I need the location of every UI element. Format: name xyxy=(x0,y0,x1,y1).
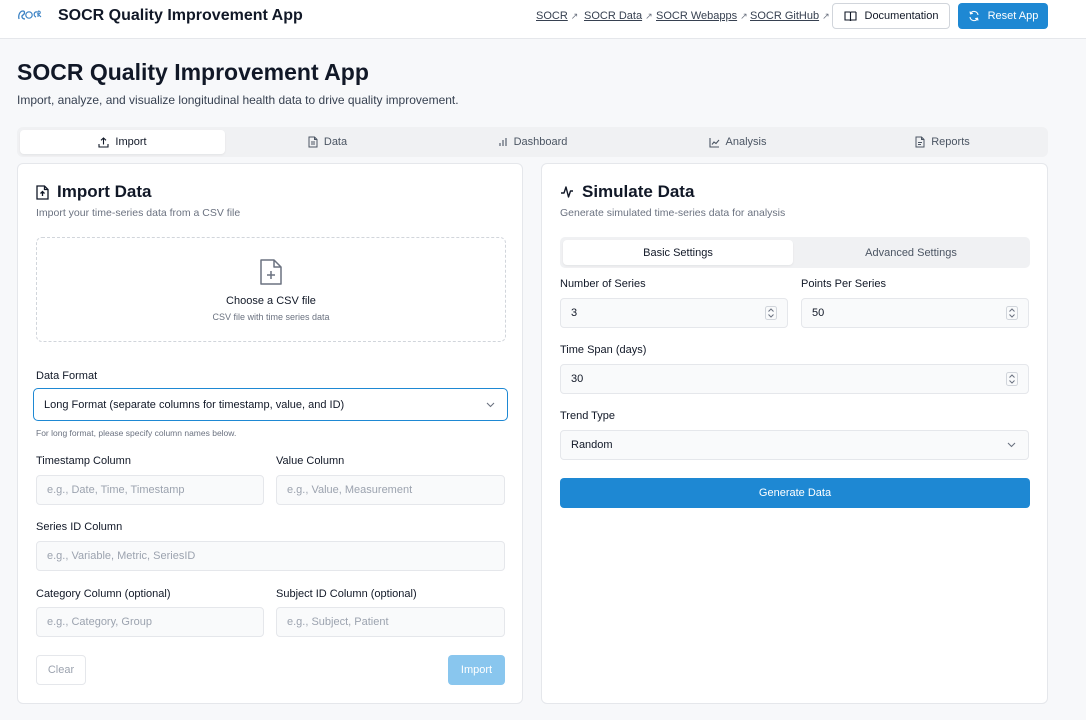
external-link-icon: ↗ xyxy=(740,11,748,21)
top-navigation-bar: SOCR Quality Improvement App SOCR ↗ SOCR … xyxy=(0,0,1086,39)
nav-link-socr-data[interactable]: SOCR Data ↗ xyxy=(584,10,653,22)
external-link-icon: ↗ xyxy=(645,11,653,21)
page-subtitle: Import, analyze, and visualize longitudi… xyxy=(17,93,459,107)
value-column-placeholder: e.g., Value, Measurement xyxy=(287,484,413,496)
settings-tabs: Basic Settings Advanced Settings xyxy=(560,237,1030,268)
import-card-description: Import your time-series data from a CSV … xyxy=(36,207,241,219)
import-data-card: Import Data Import your time-series data… xyxy=(17,163,523,704)
reset-app-label: Reset App xyxy=(987,10,1039,22)
time-span-label: Time Span (days) xyxy=(560,344,647,356)
simulate-data-card: Simulate Data Generate simulated time-se… xyxy=(541,163,1048,704)
documentation-label: Documentation xyxy=(864,10,939,22)
tab-reports[interactable]: Reports xyxy=(840,130,1045,154)
tab-label: Analysis xyxy=(725,136,767,148)
series-id-column-input[interactable]: e.g., Variable, Metric, SeriesID xyxy=(36,541,505,571)
tab-label: Reports xyxy=(931,136,970,148)
dropzone-title: Choose a CSV file xyxy=(226,295,316,307)
nav-link-label: SOCR xyxy=(536,10,568,22)
activity-icon xyxy=(561,186,573,198)
page-title: SOCR Quality Improvement App xyxy=(17,59,369,85)
stepper-arrows-icon[interactable] xyxy=(1006,372,1018,386)
tab-dashboard[interactable]: Dashboard xyxy=(430,130,635,154)
app-name[interactable]: SOCR Quality Improvement App xyxy=(58,7,303,25)
file-icon xyxy=(308,136,318,148)
nav-link-label: SOCR Webapps xyxy=(656,10,738,22)
series-id-column-placeholder: e.g., Variable, Metric, SeriesID xyxy=(47,550,196,562)
number-of-series-label: Number of Series xyxy=(560,278,646,290)
line-chart-icon xyxy=(708,137,719,148)
category-column-label: Category Column (optional) xyxy=(36,588,171,600)
data-format-value: Long Format (separate columns for timest… xyxy=(44,398,345,411)
clear-button[interactable]: Clear xyxy=(36,655,86,685)
time-span-input[interactable]: 30 xyxy=(560,364,1029,394)
timestamp-column-input[interactable]: e.g., Date, Time, Timestamp xyxy=(36,475,264,505)
refresh-icon xyxy=(969,10,979,22)
stepper-arrows-icon[interactable] xyxy=(765,306,777,320)
number-of-series-input[interactable]: 3 xyxy=(560,298,788,328)
file-plus-icon xyxy=(260,259,282,285)
points-per-series-label: Points Per Series xyxy=(801,278,886,290)
csv-dropzone[interactable]: Choose a CSV file CSV file with time ser… xyxy=(36,237,506,342)
time-span-value: 30 xyxy=(571,373,584,385)
value-column-label: Value Column xyxy=(276,455,345,467)
import-card-title: Import Data xyxy=(36,182,151,202)
number-of-series-value: 3 xyxy=(571,307,578,319)
import-card-title-text: Import Data xyxy=(57,182,152,201)
trend-type-select[interactable]: Random xyxy=(560,430,1029,460)
chevron-down-icon xyxy=(1007,442,1016,448)
external-link-icon: ↗ xyxy=(822,11,830,21)
bar-chart-icon xyxy=(499,138,507,146)
tab-analysis[interactable]: Analysis xyxy=(635,130,840,154)
socr-logo-icon[interactable] xyxy=(17,6,43,24)
trend-type-value: Random xyxy=(571,439,613,451)
nav-link-label: SOCR GitHub xyxy=(750,10,820,22)
subject-id-column-placeholder: e.g., Subject, Patient xyxy=(287,616,389,628)
category-column-input[interactable]: e.g., Category, Group xyxy=(36,607,264,637)
nav-link-socr-github[interactable]: SOCR GitHub ↗ xyxy=(750,10,830,22)
upload-icon xyxy=(98,136,109,148)
timestamp-column-label: Timestamp Column xyxy=(36,455,131,467)
reset-app-button[interactable]: Reset App xyxy=(958,3,1048,29)
dropzone-subtitle: CSV file with time series data xyxy=(212,312,330,322)
report-icon xyxy=(915,136,925,148)
tab-data[interactable]: Data xyxy=(225,130,430,154)
value-column-input[interactable]: e.g., Value, Measurement xyxy=(276,475,505,505)
generate-data-button[interactable]: Generate Data xyxy=(560,478,1030,508)
tab-import[interactable]: Import xyxy=(20,130,225,154)
subject-id-column-label: Subject ID Column (optional) xyxy=(276,588,417,600)
stepper-arrows-icon[interactable] xyxy=(1006,306,1018,320)
book-icon xyxy=(843,11,857,22)
data-format-label: Data Format xyxy=(36,370,98,382)
nav-link-socr-webapps[interactable]: SOCR Webapps ↗ xyxy=(656,10,748,22)
documentation-button[interactable]: Documentation xyxy=(832,3,950,29)
data-format-select[interactable]: Long Format (separate columns for timest… xyxy=(33,388,508,421)
simulate-card-title: Simulate Data xyxy=(560,182,694,202)
series-id-column-label: Series ID Column xyxy=(36,521,123,533)
points-per-series-input[interactable]: 50 xyxy=(801,298,1029,328)
points-per-series-value: 50 xyxy=(812,307,825,319)
tab-label: Dashboard xyxy=(513,136,568,148)
main-tabs: Import Data Dashboard Analysis Reports xyxy=(17,127,1048,157)
chevron-down-icon xyxy=(486,402,495,407)
subject-id-column-input[interactable]: e.g., Subject, Patient xyxy=(276,607,505,637)
import-button[interactable]: Import xyxy=(448,655,505,685)
tab-basic-settings[interactable]: Basic Settings xyxy=(563,240,793,265)
tab-advanced-settings[interactable]: Advanced Settings xyxy=(795,240,1027,265)
tab-label: Import xyxy=(115,136,147,148)
tab-label: Data xyxy=(323,136,348,148)
simulate-card-title-text: Simulate Data xyxy=(582,182,695,201)
simulate-card-description: Generate simulated time-series data for … xyxy=(560,207,786,219)
file-upload-icon xyxy=(36,184,49,200)
data-format-hint: For long format, please specify column n… xyxy=(36,428,237,438)
nav-link-socr[interactable]: SOCR ↗ xyxy=(536,10,578,22)
external-link-icon: ↗ xyxy=(570,11,579,21)
timestamp-column-placeholder: e.g., Date, Time, Timestamp xyxy=(47,484,185,496)
trend-type-label: Trend Type xyxy=(560,410,616,422)
nav-link-label: SOCR Data xyxy=(584,10,643,22)
category-column-placeholder: e.g., Category, Group xyxy=(47,616,152,628)
